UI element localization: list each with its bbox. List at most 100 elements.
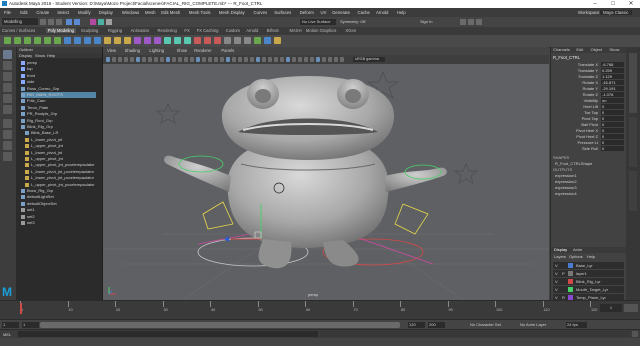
shelf-tool-15-icon[interactable] [144, 37, 151, 44]
viewport-tool-31-icon[interactable] [286, 57, 290, 62]
shelf-tool-13-icon[interactable] [124, 37, 131, 44]
outliner-item[interactable]: Blink_Rig_Grp [21, 124, 53, 130]
viewport-tool-26-icon[interactable] [256, 57, 260, 62]
menu-display[interactable]: Display [99, 10, 113, 15]
layer-row[interactable]: V Player1 [553, 270, 624, 278]
save-scene-icon[interactable] [56, 19, 62, 25]
command-language[interactable]: MEL [3, 332, 11, 337]
viewport-tool-5-icon[interactable] [130, 57, 134, 62]
redo-icon[interactable] [74, 19, 80, 25]
four-view-icon[interactable] [3, 130, 12, 139]
layer-menu-help[interactable]: Help [587, 254, 595, 259]
viewport-tool-15-icon[interactable] [190, 57, 194, 62]
shelf-tool-26-icon[interactable] [254, 37, 261, 44]
viewport-tool-23-icon[interactable] [238, 57, 242, 62]
viewport-tool-21-icon[interactable] [226, 57, 230, 62]
channel-attr-value[interactable]: -16.871 [601, 80, 624, 85]
shelf-tool-14-icon[interactable] [134, 37, 141, 44]
playback-controls[interactable] [624, 304, 638, 312]
select-object-icon[interactable] [98, 19, 104, 25]
tab-poly-modeling[interactable]: Poly Modeling [45, 28, 76, 33]
channel-attr-value[interactable]: -29.191 [601, 86, 624, 91]
outliner-item[interactable]: defaultLightSet [21, 194, 54, 200]
viewport-tool-6-icon[interactable] [136, 57, 140, 62]
menu-select[interactable]: Select [57, 10, 69, 15]
layer-visibility-toggle[interactable]: V [555, 286, 558, 293]
viewport-tool-38-icon[interactable] [328, 57, 332, 62]
menu-windows[interactable]: Windows [122, 10, 139, 15]
shelf-tool-10-icon[interactable] [94, 37, 101, 44]
ipr-render-icon[interactable] [468, 19, 474, 25]
shelf-tool-23-icon[interactable] [224, 37, 231, 44]
menu-edit-mesh[interactable]: Edit Mesh [161, 10, 180, 15]
shelf-tool-21-icon[interactable] [204, 37, 211, 44]
time-slider[interactable]: 1 10 20 30 40 50 60 70 80 90 100 110 120 1 [0, 300, 640, 320]
tab-attribute-editor[interactable] [629, 117, 637, 167]
channel-tab-object[interactable]: Object [591, 47, 603, 52]
outliner-item[interactable]: L_upper_pivot_jnt [25, 143, 63, 149]
output-node[interactable]: expression2 [555, 179, 577, 184]
layer-row[interactable]: V Mouth_Target_Lyr [553, 286, 624, 294]
viewport-tool-16-icon[interactable] [196, 57, 200, 62]
fps-select[interactable]: 24 fps [566, 322, 587, 328]
channel-attr-value[interactable]: 0 [601, 146, 624, 151]
tab-animation[interactable]: Animation [131, 28, 150, 33]
tab-rigging[interactable]: Rigging [108, 28, 122, 33]
outliner-menu-help[interactable]: Help [47, 53, 55, 58]
layer-visibility-toggle[interactable]: V [555, 278, 558, 285]
shelf-tool-6-icon[interactable] [54, 37, 61, 44]
viewport-tool-19-icon[interactable] [214, 57, 218, 62]
tab-mash[interactable]: MASH [290, 28, 302, 33]
range-bar-handle[interactable] [40, 322, 400, 328]
scale-tool-icon[interactable] [3, 105, 12, 114]
viewport-tool-24-icon[interactable] [244, 57, 248, 62]
viewport-tool-34-icon[interactable] [304, 57, 308, 62]
viewport-tool-17-icon[interactable] [202, 57, 206, 62]
outliner-item[interactable]: set2 [21, 214, 35, 220]
menu-generate[interactable]: Generate [332, 10, 350, 15]
menu-arnold[interactable]: Arnold [376, 10, 388, 15]
output-node[interactable]: expression1 [555, 173, 577, 178]
open-scene-icon[interactable] [48, 19, 54, 25]
select-component-icon[interactable] [106, 19, 112, 25]
outliner-item[interactable]: top [21, 66, 33, 72]
layer-color-swatch[interactable] [568, 271, 573, 276]
outliner-item[interactable]: Ross_Correc_Grp [21, 86, 59, 92]
outliner-item[interactable]: Fritz_Cam [21, 98, 45, 104]
outliner-item[interactable]: set1 [21, 207, 35, 213]
viewport-tool-1-icon[interactable] [106, 57, 110, 62]
shelf-tool-8-icon[interactable] [74, 37, 81, 44]
tab-channel-box[interactable] [629, 53, 637, 113]
shelf-tool-3-icon[interactable] [24, 37, 31, 44]
layer-visibility-toggle[interactable]: V [555, 270, 558, 277]
viewport-tool-30-icon[interactable] [280, 57, 284, 62]
inner-end-field[interactable]: 120 [408, 322, 425, 328]
outliner-menu-display[interactable]: Display [19, 53, 32, 58]
minimize-button[interactable]: – [586, 0, 604, 8]
maximize-button[interactable]: □ [604, 0, 622, 8]
layer-row[interactable]: V Blink_Rig_Lyr [553, 278, 624, 286]
menu-help[interactable]: Help [397, 10, 406, 15]
viewport-tool-11-icon[interactable] [166, 57, 170, 62]
shelf-tool-1-icon[interactable] [4, 37, 11, 44]
channel-attr-value[interactable]: on [601, 98, 624, 103]
menu-create[interactable]: Create [36, 10, 49, 15]
channel-attr-value[interactable]: 0 [601, 128, 624, 133]
menu-mesh-display[interactable]: Mesh Display [219, 10, 245, 15]
layer-visibility-toggle[interactable]: V [555, 262, 558, 269]
channel-tab-show[interactable]: Show [609, 47, 619, 52]
menu-cache[interactable]: Cache [358, 10, 370, 15]
viewport-tool-22-icon[interactable] [232, 57, 236, 62]
layer-color-swatch[interactable] [568, 287, 573, 292]
viewport-menu-lighting[interactable]: Lighting [149, 48, 164, 53]
outliner-item[interactable]: L_lower_pivot_jnt_pccelerepaulator [25, 169, 94, 175]
outliner-item[interactable]: Rig_Root_Grp [21, 118, 53, 124]
current-frame-marker[interactable] [20, 303, 22, 314]
viewport-menu-renderer[interactable]: Renderer [194, 48, 211, 53]
undo-icon[interactable] [66, 19, 72, 25]
tab-curves-surfaces[interactable]: Curves / Surfaces [2, 28, 35, 33]
shape-name[interactable]: R_Foot_CTRLShape [555, 161, 592, 166]
shelf-tool-2-icon[interactable] [14, 37, 21, 44]
viewport-tool-8-icon[interactable] [148, 57, 152, 62]
shelf-tool-9-icon[interactable] [84, 37, 91, 44]
